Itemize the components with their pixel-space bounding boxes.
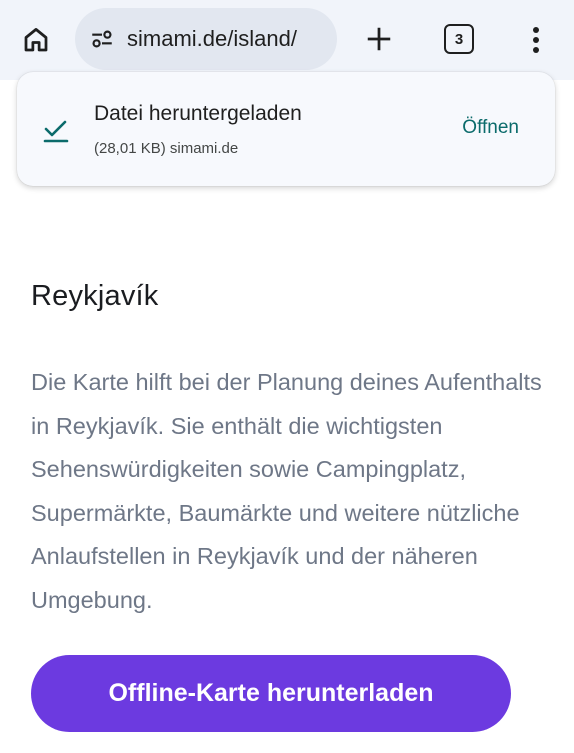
page-title: Reykjavík	[31, 280, 159, 312]
download-offline-map-button[interactable]: Offline-Karte herunterladen	[31, 655, 511, 732]
check-icon	[43, 120, 69, 143]
page-content: Reykjavík Die Karte hilft bei der Planun…	[31, 280, 551, 622]
download-toast: Datei heruntergeladen (28,01 KB) simami.…	[17, 72, 555, 186]
menu-button[interactable]	[522, 20, 550, 60]
tab-switcher-button[interactable]: 3	[444, 24, 474, 54]
home-button[interactable]	[18, 22, 54, 58]
browser-toolbar: simami.de/island/ 3	[0, 0, 574, 80]
more-vert-icon	[533, 27, 539, 53]
url-text[interactable]: simami.de/island/	[127, 26, 297, 52]
address-bar[interactable]: simami.de/island/	[75, 8, 337, 70]
tab-count: 3	[454, 30, 464, 48]
toast-subtitle: (28,01 KB) simami.de	[94, 140, 239, 157]
page-description: Die Karte hilft bei der Planung deines A…	[31, 369, 542, 613]
plus-icon	[367, 27, 391, 51]
toast-title: Datei heruntergeladen	[94, 102, 302, 125]
new-tab-button[interactable]	[362, 22, 396, 56]
home-icon	[24, 28, 48, 52]
tune-icon[interactable]	[89, 26, 115, 52]
open-download-button[interactable]: Öffnen	[462, 117, 519, 139]
